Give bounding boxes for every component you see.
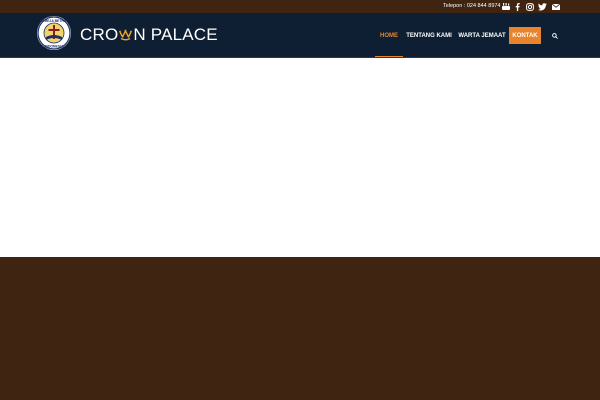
crown-icon	[119, 26, 133, 41]
search-icon[interactable]	[549, 13, 561, 58]
twitter-icon[interactable]	[537, 1, 548, 12]
nav-warta-jemaat[interactable]: WARTA JEMAAT	[458, 13, 505, 58]
nav-home[interactable]: HOME	[375, 13, 403, 58]
instagram-icon[interactable]	[524, 1, 535, 12]
mail-icon[interactable]	[550, 1, 561, 12]
phone-number: Telepon : 024 844 8974	[443, 3, 501, 9]
seal-text-top: GEREJA BETHEL	[40, 19, 68, 23]
main-content	[0, 58, 600, 257]
brand-name[interactable]: CRO N PALACE	[80, 25, 218, 45]
nav-tentang-kami[interactable]: TENTANG KAMI	[406, 13, 452, 58]
footer	[0, 257, 600, 400]
brand-text-part2: N PALACE	[133, 25, 218, 44]
church-seal-logo[interactable]: GEREJA BETHEL INDONESIA	[36, 15, 72, 51]
seal-text-bottom: INDONESIA	[45, 45, 64, 49]
youtube-icon[interactable]	[500, 1, 511, 12]
brand-text-part1: CRO	[80, 25, 119, 44]
nav-kontak-button[interactable]: KONTAK	[509, 27, 541, 44]
top-bar: Telepon : 024 844 8974	[0, 0, 600, 13]
facebook-icon[interactable]	[512, 1, 523, 12]
